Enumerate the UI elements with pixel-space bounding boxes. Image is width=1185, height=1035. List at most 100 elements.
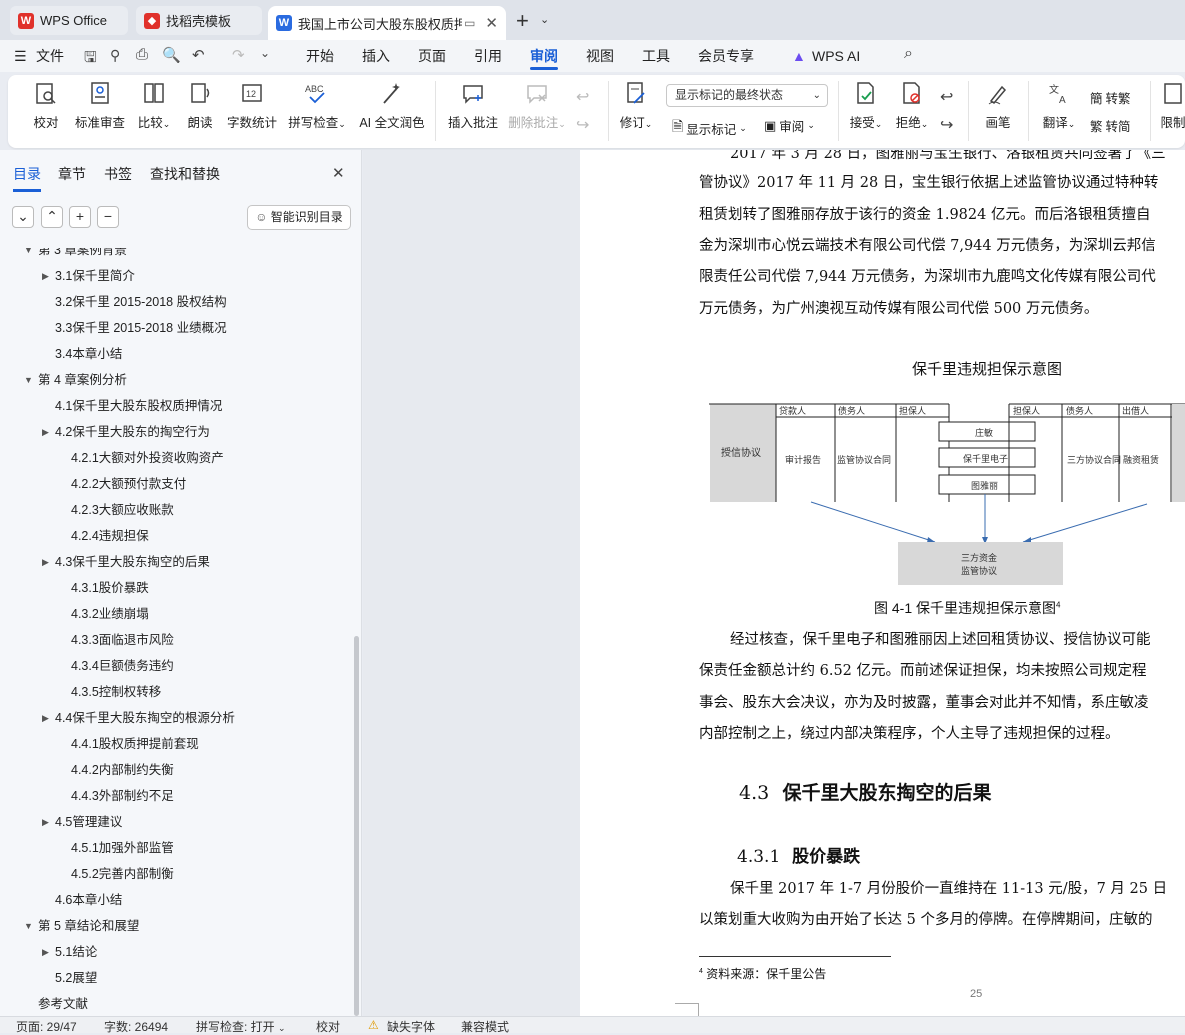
- toc-item[interactable]: 4.3.1股价暴跌: [0, 575, 350, 601]
- caret-right-icon[interactable]: ▶: [42, 809, 49, 835]
- insert-comment-button[interactable]: 插入批注: [446, 81, 500, 131]
- more-icon[interactable]: ⌄: [260, 46, 270, 60]
- toc-item[interactable]: ▼ 第 4 章案例分析: [0, 367, 350, 393]
- collapse-all-button[interactable]: ⌄: [12, 206, 34, 228]
- toc-item[interactable]: 4.3.2业绩崩塌: [0, 601, 350, 627]
- tab-docer-templates[interactable]: ◆ 找稻壳模板: [136, 6, 262, 35]
- caret-right-icon[interactable]: ▶: [42, 549, 49, 575]
- show-markup-button[interactable]: 🗎 显示标记 ⌄: [672, 116, 747, 140]
- remove-heading-button[interactable]: −: [97, 206, 119, 228]
- delete-comment-button[interactable]: 删除批注⌄: [506, 81, 568, 131]
- close-panel-icon[interactable]: ✕: [332, 164, 345, 182]
- print-preview-icon[interactable]: 🔍: [162, 46, 181, 64]
- menu-reference[interactable]: 引用: [474, 40, 502, 72]
- toc-item[interactable]: 4.1保千里大股东股权质押情况: [0, 393, 350, 419]
- page-indicator[interactable]: 页面: 29/47: [16, 1018, 77, 1035]
- next-comment-icon[interactable]: ↪: [576, 115, 589, 135]
- toc-item[interactable]: 4.2.3大额应收账款: [0, 497, 350, 523]
- markup-state-select[interactable]: 显示标记的最终状态 ⌄: [666, 84, 828, 107]
- toc-item[interactable]: 4.3.5控制权转移: [0, 679, 350, 705]
- word-count-status[interactable]: 字数: 26494: [104, 1018, 168, 1035]
- revise-button[interactable]: 修订⌄: [616, 81, 656, 131]
- expand-up-button[interactable]: ⌃: [41, 206, 63, 228]
- toc-item[interactable]: 4.2.1大额对外投资收购资产: [0, 445, 350, 471]
- caret-down-icon[interactable]: ▼: [24, 913, 33, 939]
- restrict-button[interactable]: 限制: [1158, 81, 1185, 131]
- toc-item[interactable]: ▶ 4.2保千里大股东的掏空行为: [0, 419, 350, 445]
- caret-down-icon[interactable]: ▼: [24, 367, 33, 393]
- std-review-button[interactable]: 标准审查: [74, 81, 126, 131]
- menu-member[interactable]: 会员专享: [698, 40, 754, 72]
- share-icon[interactable]: ⚲: [110, 47, 120, 64]
- read-aloud-button[interactable]: 朗读: [182, 81, 218, 131]
- compare-button[interactable]: 比较⌄: [134, 81, 174, 131]
- toc-item[interactable]: 4.4.1股权质押提前套现: [0, 731, 350, 757]
- prev-comment-icon[interactable]: ↩: [576, 87, 589, 107]
- to-simplified-button[interactable]: 簡 转繁: [1090, 88, 1131, 107]
- toc-item[interactable]: ▶ 4.5管理建议: [0, 809, 350, 835]
- toc-item[interactable]: 4.6本章小结: [0, 887, 350, 913]
- spell-check-button[interactable]: ABC 拼写检查⌄: [286, 81, 348, 131]
- redo-icon[interactable]: ↷: [232, 46, 245, 64]
- accept-button[interactable]: 接受⌄: [846, 81, 886, 131]
- brush-button[interactable]: 画笔: [978, 81, 1018, 131]
- menu-insert[interactable]: 插入: [362, 40, 390, 72]
- toc-item[interactable]: ▶ 5.1结论: [0, 939, 350, 965]
- next-change-icon[interactable]: ↪: [940, 115, 953, 135]
- toc-item[interactable]: 3.3保千里 2015-2018 业绩概况: [0, 315, 350, 341]
- caret-right-icon[interactable]: ▶: [42, 263, 49, 289]
- chevron-down-icon[interactable]: ⌄: [540, 13, 549, 26]
- toc-item[interactable]: ▶ 4.3保千里大股东掏空的后果: [0, 549, 350, 575]
- ai-polish-button[interactable]: AI 全文润色: [356, 81, 428, 131]
- spell-check-status[interactable]: 拼写检查: 打开 ⌄: [196, 1018, 286, 1035]
- menu-start[interactable]: 开始: [306, 40, 334, 72]
- tab-bookmarks[interactable]: 书签: [104, 164, 132, 184]
- toc-item[interactable]: 4.4.2内部制约失衡: [0, 757, 350, 783]
- close-tab-icon[interactable]: ✕: [485, 14, 498, 32]
- toc-item[interactable]: 4.2.2大额预付款支付: [0, 471, 350, 497]
- tab-document[interactable]: W 我国上市公司大股东股权质押 ▭ ✕: [268, 6, 506, 40]
- review-pane-button[interactable]: ▣ 审阅 ⌄: [764, 116, 815, 135]
- menu-file[interactable]: 文件: [36, 40, 64, 72]
- toc-item[interactable]: ▼ 第 3 章案例背景: [0, 248, 350, 263]
- caret-right-icon[interactable]: ▶: [42, 419, 49, 445]
- to-traditional-button[interactable]: 繁 转简: [1090, 116, 1131, 135]
- search-icon[interactable]: ⌕: [904, 45, 913, 63]
- reject-button[interactable]: 拒绝⌄: [892, 81, 932, 131]
- caret-right-icon[interactable]: ▶: [42, 705, 49, 731]
- print-icon[interactable]: ⎙: [136, 46, 148, 63]
- save-icon[interactable]: 🖫: [84, 47, 97, 72]
- toc-item[interactable]: 3.4本章小结: [0, 341, 350, 367]
- toc-item[interactable]: ▼ 第 5 章结论和展望: [0, 913, 350, 939]
- toc-item[interactable]: 4.3.4巨额债务违约: [0, 653, 350, 679]
- proof-status[interactable]: 校对: [316, 1018, 340, 1035]
- menu-page[interactable]: 页面: [418, 40, 446, 72]
- translate-button[interactable]: 文A 翻译⌄: [1038, 81, 1080, 131]
- smart-toc-button[interactable]: ☺ 智能识别目录: [247, 205, 351, 230]
- hamburger-icon[interactable]: ☰: [14, 48, 27, 65]
- word-count-button[interactable]: 12 字数统计: [226, 81, 278, 131]
- tab-wps-office[interactable]: W WPS Office: [10, 6, 128, 35]
- toc-item[interactable]: 4.2.4违规担保: [0, 523, 350, 549]
- footnote-ref[interactable]: 4: [1056, 600, 1060, 609]
- toc-item[interactable]: 4.3.3面临退市风险: [0, 627, 350, 653]
- toc-item[interactable]: 4.4.3外部制约不足: [0, 783, 350, 809]
- tab-chapters[interactable]: 章节: [58, 164, 86, 184]
- missing-font-status[interactable]: 缺失字体: [387, 1018, 435, 1035]
- tab-find-replace[interactable]: 查找和替换: [150, 164, 220, 184]
- toc-item[interactable]: 参考文献: [0, 991, 350, 1017]
- toc-item[interactable]: 5.2展望: [0, 965, 350, 991]
- undo-icon[interactable]: ↶: [192, 46, 205, 64]
- menu-view[interactable]: 视图: [586, 40, 614, 72]
- proof-button[interactable]: 校对: [26, 81, 66, 131]
- caret-down-icon[interactable]: ▼: [24, 248, 33, 263]
- add-heading-button[interactable]: +: [69, 206, 91, 228]
- toc-item[interactable]: 4.5.2完善内部制衡: [0, 861, 350, 887]
- caret-right-icon[interactable]: ▶: [42, 939, 49, 965]
- menu-wps-ai[interactable]: WPS AI: [812, 40, 860, 72]
- window-icon[interactable]: ▭: [464, 16, 475, 30]
- toc-item[interactable]: 4.5.1加强外部监管: [0, 835, 350, 861]
- toc-item[interactable]: 3.2保千里 2015-2018 股权结构: [0, 289, 350, 315]
- menu-review[interactable]: 审阅: [530, 40, 558, 72]
- tab-toc[interactable]: 目录: [13, 164, 41, 192]
